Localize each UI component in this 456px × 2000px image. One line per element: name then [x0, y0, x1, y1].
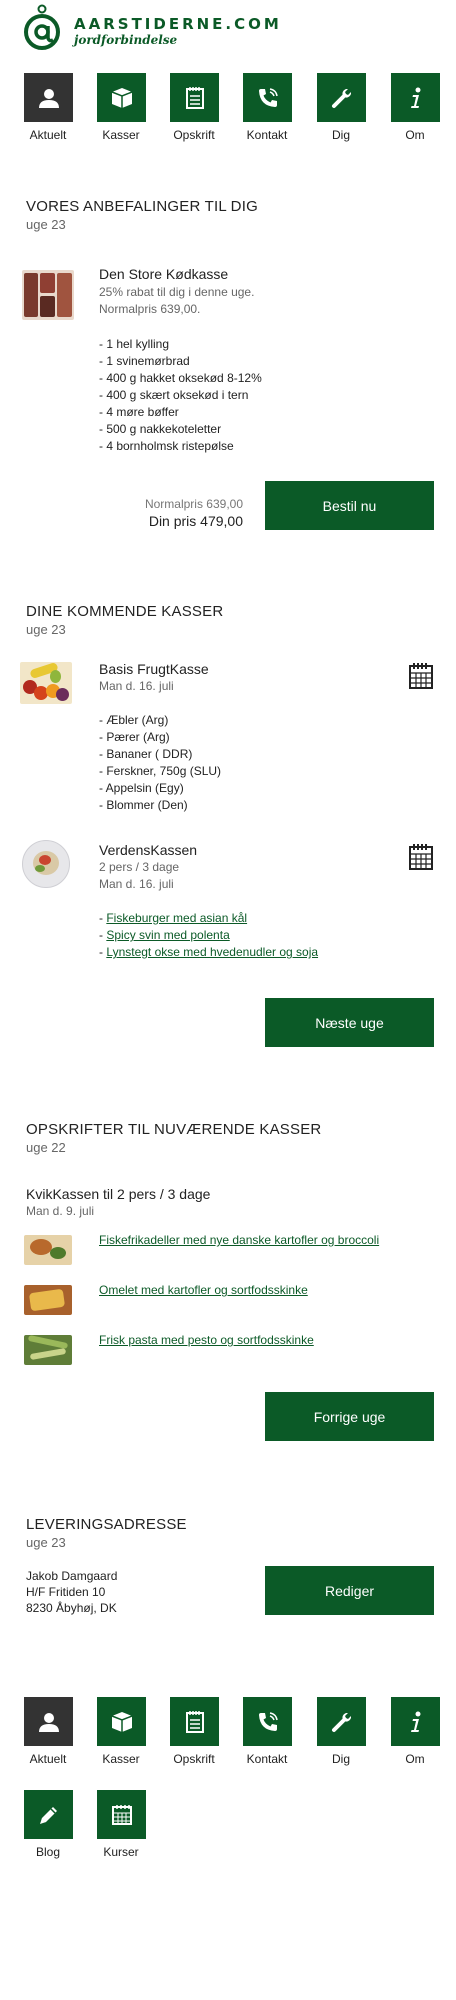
list-item: - Blommer (Den)	[99, 798, 188, 812]
nav-label: Om	[405, 128, 425, 142]
list-item: - Spicy svin med polenta	[99, 928, 230, 942]
box-title[interactable]: VerdensKassen	[99, 842, 197, 858]
list-item: - 1 hel kylling	[99, 337, 170, 351]
list-item: - 400 g hakket oksekød 8-12%	[99, 371, 262, 385]
nav-label: Kasser	[102, 1752, 140, 1766]
info-icon	[410, 87, 420, 108]
person-icon	[38, 88, 59, 108]
list-item: - 4 bornholmsk ristepølse	[99, 439, 234, 453]
recipe-link[interactable]: Spicy svin med polenta	[106, 928, 229, 942]
logo[interactable]: AARSTIDERNE.COM jordforbindelse	[22, 4, 302, 52]
section-week: uge 23	[26, 622, 66, 637]
nav-label: Kasser	[102, 128, 140, 142]
nav-label: Om	[405, 1752, 425, 1766]
info-icon	[410, 1711, 420, 1732]
nav-label: Kontakt	[246, 128, 288, 142]
notepad-icon	[185, 86, 204, 109]
section-week: uge 22	[26, 1140, 66, 1155]
recipe-link[interactable]: Lynstegt okse med hvedenudler og soja	[106, 945, 318, 959]
product-normal-price: Normalpris 639,00.	[99, 302, 201, 316]
recipe-image[interactable]	[24, 1285, 72, 1315]
product-discount: 25% rabat til dig i denne uge.	[99, 285, 255, 299]
calendar-icon[interactable]	[408, 843, 434, 871]
box-title[interactable]: Basis FrugtKasse	[99, 661, 209, 677]
price-yours: Din pris 479,00	[148, 513, 243, 529]
section-heading: VORES ANBEFALINGER TIL DIG	[26, 198, 258, 215]
box-image[interactable]	[20, 662, 72, 704]
nav-label: Kurser	[103, 1845, 139, 1859]
recipe-box-date: Man d. 9. juli	[26, 1204, 95, 1218]
box-recipe-links: - Fiskeburger med asian kål - Spicy svin…	[99, 910, 318, 961]
list-item: - 1 svinemørbrad	[99, 354, 190, 368]
section-heading: OPSKRIFTER TIL NUVÆRENDE KASSER	[26, 1121, 322, 1138]
edit-address-button[interactable]: Rediger	[265, 1566, 434, 1615]
phone-icon	[258, 87, 278, 107]
box-date: Man d. 16. juli	[99, 679, 174, 693]
box-contents: - Æbler (Arg) - Pærer (Arg) - Bananer ( …	[99, 712, 221, 814]
recipe-image[interactable]	[24, 1235, 72, 1265]
recipe-link[interactable]: Frisk pasta med pesto og sortfodsskinke	[99, 1333, 314, 1347]
box-date: Man d. 16. juli	[99, 877, 174, 891]
section-week: uge 23	[26, 217, 66, 232]
box-image[interactable]	[22, 840, 70, 888]
next-week-button[interactable]: Næste uge	[265, 998, 434, 1047]
recipe-image[interactable]	[24, 1335, 72, 1365]
nav-label: Dig	[331, 128, 350, 142]
nav-label: Opskrift	[173, 1752, 215, 1766]
list-item: - Ferskner, 750g (SLU)	[99, 764, 222, 778]
list-item: - 4 møre bøffer	[99, 405, 179, 419]
list-item: - Æbler (Arg)	[99, 713, 169, 727]
address-street: H/F Fritiden 10	[26, 1585, 106, 1599]
order-button[interactable]: Bestil nu	[265, 481, 434, 530]
address-name: Jakob Damgaard	[26, 1569, 118, 1583]
calendar-icon	[111, 1804, 132, 1825]
list-item: - Pærer (Arg)	[99, 730, 170, 744]
box-icon	[111, 1711, 132, 1732]
price-normal: Normalpris 639,00	[144, 497, 243, 511]
person-icon	[38, 1712, 59, 1732]
section-heading: DINE KOMMENDE KASSER	[26, 603, 224, 620]
nav-label: Opskrift	[173, 128, 215, 142]
list-item: - Appelsin (Egy)	[99, 781, 184, 795]
nav-label: Blog	[35, 1845, 61, 1859]
list-item: - Fiskeburger med asian kål	[99, 911, 248, 925]
section-heading: LEVERINGSADRESSE	[26, 1516, 187, 1533]
section-week: uge 23	[26, 1535, 66, 1550]
phone-icon	[258, 1711, 278, 1731]
product-title[interactable]: Den Store Kødkasse	[99, 266, 228, 282]
recipe-link[interactable]: Fiskefrikadeller med nye danske kartofle…	[99, 1233, 379, 1247]
recipe-box-title: KvikKassen til 2 pers / 3 dage	[26, 1186, 211, 1202]
recipe-link[interactable]: Omelet med kartofler og sortfodsskinke	[99, 1283, 308, 1297]
pencil-icon	[39, 1806, 57, 1824]
brand-name: AARSTIDERNE.COM	[74, 15, 282, 33]
logo-at-icon	[24, 4, 60, 50]
list-item: - Bananer ( DDR)	[99, 747, 193, 761]
address-city: 8230 Åbyhøj, DK	[26, 1601, 117, 1615]
notepad-icon	[185, 1710, 204, 1733]
wrench-icon	[331, 1712, 351, 1732]
brand-tagline: jordforbindelse	[74, 33, 178, 47]
wrench-icon	[331, 88, 351, 108]
nav-label: Dig	[331, 1752, 350, 1766]
recipe-link[interactable]: Fiskeburger med asian kål	[106, 911, 247, 925]
box-persons: 2 pers / 3 dage	[99, 860, 180, 874]
nav-label: Kontakt	[246, 1752, 288, 1766]
calendar-icon[interactable]	[408, 662, 434, 690]
nav-label: Aktuelt	[29, 128, 67, 142]
product-image[interactable]	[22, 270, 74, 320]
nav-label: Aktuelt	[29, 1752, 67, 1766]
list-item: - 500 g nakkekoteletter	[99, 422, 222, 436]
previous-week-button[interactable]: Forrige uge	[265, 1392, 434, 1441]
list-item: - 400 g skært oksekød i tern	[99, 388, 249, 402]
product-contents: - 1 hel kylling - 1 svinemørbrad - 400 g…	[99, 336, 262, 455]
list-item: - Lynstegt okse med hvedenudler og soja	[99, 945, 319, 959]
box-icon	[111, 87, 132, 108]
